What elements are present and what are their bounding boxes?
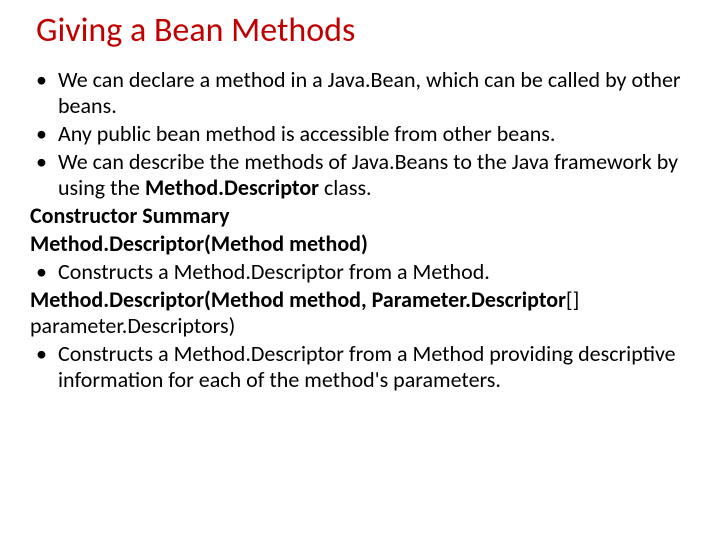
text-run: class. xyxy=(319,174,372,201)
bullet-item: We can declare a method in a Java.Bean, … xyxy=(30,67,690,119)
constructor-signature: Method.Descriptor(Method method, Paramet… xyxy=(30,287,690,339)
bullet-item: We can describe the methods of Java.Bean… xyxy=(30,149,690,201)
slide-title: Giving a Bean Methods xyxy=(36,12,690,49)
bullet-item: Any public bean method is accessible fro… xyxy=(30,121,690,147)
constructor-signature: Method.Descriptor(Method method) xyxy=(30,231,690,257)
bullet-list: Constructs a Method.Descriptor from a Me… xyxy=(30,259,690,285)
bullet-item: Constructs a Method.Descriptor from a Me… xyxy=(30,341,690,393)
text-run-bold: Method.Descriptor(Method method, Paramet… xyxy=(30,286,566,313)
constructor-summary-heading: Constructor Summary xyxy=(30,203,690,229)
slide: Giving a Bean Methods We can declare a m… xyxy=(0,0,720,540)
bullet-list: We can declare a method in a Java.Bean, … xyxy=(30,67,690,201)
bullet-list: Constructs a Method.Descriptor from a Me… xyxy=(30,341,690,393)
text-run-bold: Method.Descriptor xyxy=(145,174,319,201)
bullet-item: Constructs a Method.Descriptor from a Me… xyxy=(30,259,690,285)
slide-body: We can declare a method in a Java.Bean, … xyxy=(30,67,690,392)
